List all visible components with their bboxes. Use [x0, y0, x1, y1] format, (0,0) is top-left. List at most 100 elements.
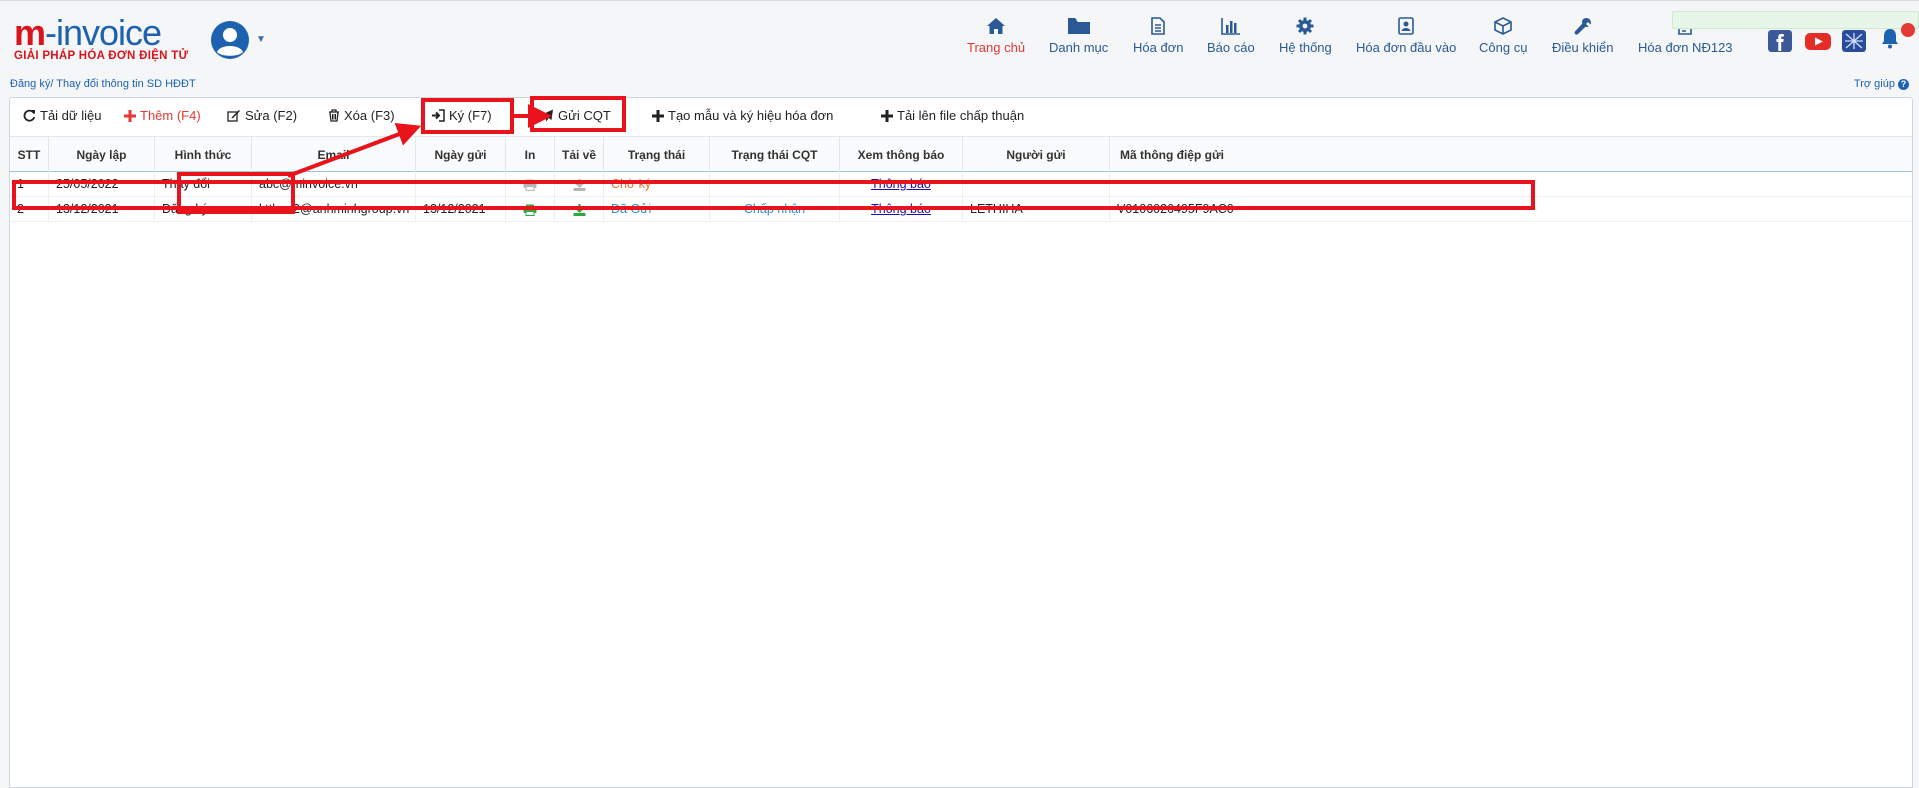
col-ngay-lap[interactable]: Ngày lập [49, 137, 155, 173]
nav-label: Hóa đơn đầu vào [1356, 40, 1457, 55]
question-icon: ? [1898, 79, 1909, 90]
edit-button[interactable]: Sửa (F2) [227, 108, 297, 123]
delete-button[interactable]: Xóa (F3) [328, 108, 395, 123]
nav-dieu-khien[interactable]: Điều khiển [1552, 17, 1613, 55]
edit-label: Sửa (F2) [245, 108, 298, 123]
grid-header: STT Ngày lập Hình thức Email Ngày gửi In… [10, 136, 1912, 173]
cell-in [506, 172, 555, 197]
cube-icon [1494, 17, 1513, 35]
nav-cong-cu[interactable]: Công cụ [1479, 17, 1527, 55]
contact-card-icon [1398, 17, 1414, 35]
bell-icon[interactable] [1880, 27, 1900, 49]
sign-label: Ký (F7) [449, 108, 492, 123]
cell-hinh-thuc: Đăng ký [155, 197, 252, 222]
edit-icon [227, 110, 240, 122]
user-avatar-icon[interactable] [210, 20, 250, 60]
zalo-icon[interactable] [1842, 30, 1866, 52]
help-label: Trợ giúp [1853, 78, 1895, 90]
facebook-icon[interactable] [1768, 30, 1792, 52]
cell-ma-thong-diep [1110, 172, 1234, 197]
print-icon[interactable] [523, 179, 537, 191]
col-in[interactable]: In [506, 137, 555, 173]
col-ma-thong-diep[interactable]: Mã thông điệp gửi [1110, 137, 1234, 173]
home-icon [987, 18, 1006, 34]
nav-label: Báo cáo [1207, 40, 1255, 55]
cell-stt: 2 [10, 197, 49, 222]
cell-ngay-gui [416, 172, 506, 197]
minvoice-logo[interactable]: m-invoice GIẢI PHÁP HÓA ĐƠN ĐIỆN TỬ [14, 15, 188, 63]
send-cqt-button[interactable]: Gửi CQT [540, 108, 611, 123]
nav-trang-chu[interactable]: Trang chủ [967, 17, 1025, 55]
col-trang-thai-cqt[interactable]: Trạng thái CQT [710, 137, 840, 173]
chevron-down-icon[interactable]: ▼ [256, 34, 266, 45]
add-button[interactable]: Thêm (F4) [124, 108, 201, 123]
wrench-icon [1574, 18, 1591, 35]
cell-nguoi-gui [963, 172, 1110, 197]
plus-icon [881, 109, 893, 122]
cell-ma-thong-diep: V0106026495F9AC03314 [1117, 202, 1234, 216]
cell-trang-thai: Đã Gửi [604, 197, 710, 222]
notice-link[interactable]: Thông báo [871, 177, 931, 191]
cell-in [506, 197, 555, 222]
cell-tai-ve [555, 197, 604, 222]
cell-stt: 1 [10, 172, 49, 197]
cell-xem-thong-bao: Thông báo [840, 172, 963, 197]
nav-bao-cao[interactable]: Báo cáo [1207, 17, 1255, 55]
nav-label: Trang chủ [967, 40, 1026, 55]
youtube-icon[interactable] [1804, 30, 1832, 52]
col-nguoi-gui[interactable]: Người gửi [963, 137, 1110, 173]
plus-icon [652, 109, 664, 122]
send-cqt-label: Gửi CQT [558, 108, 611, 123]
reload-button[interactable]: Tải dữ liệu [23, 108, 101, 123]
toolbar: Tải dữ liệu Thêm (F4) Sửa (F2) Xóa (F3) … [10, 98, 1912, 136]
cell-tai-ve [555, 172, 604, 197]
sign-in-icon [432, 109, 445, 122]
plus-icon [124, 109, 136, 122]
cell-trang-thai-cqt: Chấp nhận [710, 197, 840, 222]
col-hinh-thuc[interactable]: Hình thức [155, 137, 252, 173]
download-icon[interactable] [573, 203, 586, 216]
bar-chart-icon [1221, 18, 1240, 35]
nav-label: Công cụ [1479, 40, 1528, 55]
notification-badge [1901, 23, 1915, 37]
folder-icon [1067, 18, 1090, 34]
create-template-label: Tạo mẫu và ký hiệu hóa đơn [668, 108, 834, 123]
nav-label: Hệ thống [1279, 40, 1332, 55]
upload-approval-label: Tải lên file chấp thuận [897, 108, 1025, 123]
notice-link[interactable]: Thông báo [871, 202, 931, 216]
cell-trang-thai: Chờ ký [604, 172, 710, 197]
reload-label: Tải dữ liệu [40, 108, 102, 123]
nav-he-thong[interactable]: Hệ thống [1279, 17, 1332, 55]
gear-icon [1296, 17, 1314, 35]
nav-hoa-don[interactable]: Hóa đơn [1133, 17, 1183, 55]
cell-ngay-lap: 25/05/2022 [49, 172, 155, 197]
col-tai-ve[interactable]: Tải về [555, 137, 604, 173]
nav-label: Hóa đơn [1133, 40, 1184, 55]
nav-hoa-don-dau-vao[interactable]: Hóa đơn đầu vào [1356, 17, 1456, 55]
nav-danh-muc[interactable]: Danh mục [1049, 17, 1108, 55]
create-template-button[interactable]: Tạo mẫu và ký hiệu hóa đơn [652, 108, 833, 123]
table-row[interactable]: 1 25/05/2022 Thay đổi abc@minvoice.vn Ch… [10, 172, 1912, 197]
cell-trang-thai-cqt [710, 172, 840, 197]
content-panel: Tải dữ liệu Thêm (F4) Sửa (F2) Xóa (F3) … [9, 97, 1913, 788]
download-icon[interactable] [573, 178, 586, 191]
logo-m: m [14, 12, 46, 53]
delete-label: Xóa (F3) [344, 108, 395, 123]
cell-xem-thong-bao: Thông báo [840, 197, 963, 222]
table-row[interactable]: 2 13/12/2021 Đăng ký ktthue2@anhminhgrou… [10, 197, 1912, 222]
sign-button[interactable]: Ký (F7) [431, 108, 492, 123]
col-ngay-gui[interactable]: Ngày gửi [416, 137, 506, 173]
breadcrumb[interactable]: Đăng ký/ Thay đổi thông tin SD HĐĐT [10, 78, 196, 90]
cell-email: abc@minvoice.vn [252, 172, 416, 197]
add-label: Thêm (F4) [140, 108, 201, 123]
col-xem-thong-bao[interactable]: Xem thông báo [840, 137, 963, 173]
col-email[interactable]: Email [252, 137, 416, 173]
col-trang-thai[interactable]: Trạng thái [604, 137, 710, 173]
refresh-icon [23, 109, 36, 122]
print-icon[interactable] [523, 204, 537, 216]
upload-approval-button[interactable]: Tải lên file chấp thuận [881, 108, 1024, 123]
cell-ngay-gui: 13/12/2021 [416, 197, 506, 222]
col-stt[interactable]: STT [10, 137, 49, 173]
app-header: m-invoice GIẢI PHÁP HÓA ĐƠN ĐIỆN TỬ ▼ Tr… [0, 0, 1919, 78]
help-link[interactable]: Trợ giúp ? [1854, 78, 1909, 90]
